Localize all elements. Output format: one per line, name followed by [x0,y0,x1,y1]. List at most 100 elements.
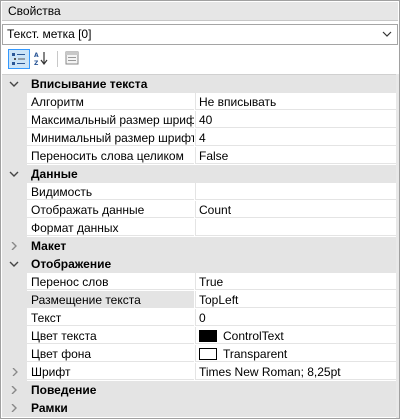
property-value[interactable]: Не вписывать [195,93,398,110]
toolbar-separator [57,51,58,67]
property-name: Видимость [27,183,194,200]
chevron-right-icon[interactable] [11,368,19,376]
category-label: Макет [31,239,67,253]
property-name: Алгоритм [27,93,194,110]
property-name: Максимальный размер шрифта [27,111,194,128]
property-pages-button[interactable] [62,49,84,69]
property-value[interactable]: 0 [195,309,398,326]
categorized-icon [12,53,25,65]
scrollbar[interactable] [396,74,399,418]
row-margin [2,111,27,129]
color-swatch [199,347,217,360]
property-name: Цвет текста [27,327,194,344]
row-margin [2,183,27,201]
row-margin [2,291,27,309]
property-value[interactable]: ControlText [195,327,398,344]
property-value-text: Times New Roman; 8,25pt [199,365,341,379]
property-name: Перенос слов [27,273,194,290]
chevron-right-icon[interactable] [9,386,19,394]
property-row[interactable]: Шрифт Times New Roman; 8,25pt [2,363,398,381]
property-name: Отображать данные [27,201,194,218]
category-row[interactable]: Рамки [2,399,398,417]
property-value[interactable]: Count [195,201,398,218]
sort-alphabetical-icon: A Z [34,52,48,66]
property-row[interactable]: Минимальный размер шрифта 4 [2,129,398,147]
toolbar: A Z [2,47,398,71]
property-name: Формат данных [27,219,194,236]
chevron-right-icon[interactable] [9,242,19,250]
property-row[interactable]: Максимальный размер шрифта 40 [2,111,398,129]
property-row[interactable]: Отображать данные Count [2,201,398,219]
row-margin [2,147,27,165]
property-name: Цвет фона [27,345,194,362]
property-value[interactable] [195,183,398,200]
property-value[interactable]: Transparent [195,345,398,362]
property-row[interactable]: Цвет текста ControlText [2,327,398,345]
property-value[interactable] [195,219,398,236]
chevron-right-icon[interactable] [9,404,19,412]
row-margin [2,129,27,147]
color-swatch [199,329,217,342]
property-value-text: Count [199,203,232,217]
property-row[interactable]: Размещение текста TopLeft [2,291,398,309]
row-margin [2,309,27,327]
property-value-text: True [199,275,224,289]
property-grid: Вписывание текста Алгоритм Не вписывать Мак… [2,74,398,417]
property-value[interactable]: TopLeft [195,291,398,308]
property-value[interactable]: False [195,147,398,164]
category-row[interactable]: Отображение [2,255,398,273]
object-selector-value: Текст. метка [0] [7,27,92,41]
property-row[interactable]: Видимость [2,183,398,201]
category-label: Поведение [31,383,97,397]
property-row[interactable]: Формат данных [2,219,398,237]
category-label: Отображение [31,257,112,271]
chevron-down-icon[interactable] [9,260,19,268]
row-margin [2,201,27,219]
row-margin [2,273,27,291]
property-value-text: Transparent [223,347,288,361]
property-value-text: 40 [199,113,213,127]
row-margin [2,93,27,111]
property-value[interactable]: 4 [195,129,398,146]
property-value-text: 0 [199,311,206,325]
row-margin [2,363,27,381]
property-name: Переносить слова целиком [27,147,194,164]
property-value-text: TopLeft [199,293,239,307]
property-value[interactable]: 40 [195,111,398,128]
svg-text:Z: Z [34,60,39,66]
property-row[interactable]: Цвет фона Transparent [2,345,398,363]
row-margin [2,345,27,363]
row-margin [2,327,27,345]
categorized-button[interactable] [8,49,30,69]
property-row[interactable]: Алгоритм Не вписывать [2,93,398,111]
property-value-text: ControlText [223,329,284,343]
chevron-down-icon[interactable] [9,80,19,88]
property-row[interactable]: Переносить слова целиком False [2,147,398,165]
row-margin [2,219,27,237]
sort-alphabetical-button[interactable]: A Z [31,49,53,69]
property-value-text: Не вписывать [199,95,277,109]
svg-text:A: A [34,52,39,59]
category-row[interactable]: Вписывание текста [2,75,398,93]
properties-panel: Свойства Текст. метка [0] A Z Вписывание… [0,0,400,419]
property-name: Текст [27,309,194,326]
category-label: Рамки [31,401,68,415]
chevron-down-icon [382,31,392,37]
property-row[interactable]: Перенос слов True [2,273,398,291]
property-pages-icon [65,51,79,65]
category-row[interactable]: Данные [2,165,398,183]
category-row[interactable]: Макет [2,237,398,255]
property-name: Размещение текста [27,291,194,308]
category-label: Данные [31,167,78,181]
property-value-text: 4 [199,131,206,145]
property-value-text: False [199,149,229,163]
object-selector-dropdown[interactable]: Текст. метка [0] [2,24,398,45]
panel-title: Свойства [2,2,398,21]
property-row[interactable]: Текст 0 [2,309,398,327]
property-name: Шрифт [27,363,194,380]
category-label: Вписывание текста [31,77,148,91]
property-value[interactable]: True [195,273,398,290]
property-value[interactable]: Times New Roman; 8,25pt [195,363,398,380]
chevron-down-icon[interactable] [9,170,19,178]
category-row[interactable]: Поведение [2,381,398,399]
